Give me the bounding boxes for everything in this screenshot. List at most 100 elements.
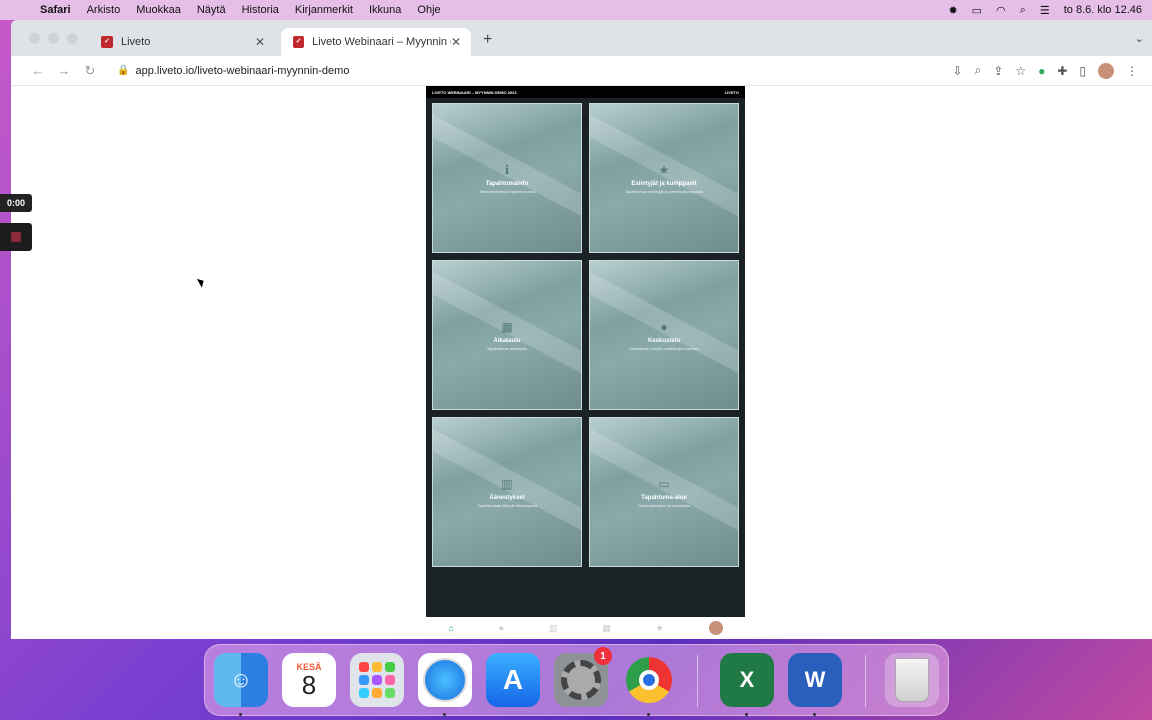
tile-tapahtuma-alue[interactable]: ▭ Tapahtuma-alue Saapumisohjeet ja aluek… bbox=[589, 417, 739, 567]
tile-subtitle: Tapahtuman esiintyjät ja yhteistyökumppa… bbox=[624, 188, 704, 194]
tile-title: Keskustelu bbox=[647, 337, 680, 344]
running-indicator bbox=[443, 713, 446, 716]
forward-icon[interactable]: → bbox=[51, 63, 77, 78]
page-content: LIVETO WEBINAARI – MYYNNIN DEMO 2023 LIV… bbox=[11, 86, 1152, 639]
tile-subtitle: Tapahtumaan liittyvät äänestykset bbox=[476, 502, 538, 508]
calendar-app-icon[interactable]: KESÄ 8 bbox=[282, 653, 336, 707]
menu-ohje[interactable]: Ohje bbox=[417, 4, 440, 16]
tile-subtitle: Keskustele muiden osallistujien kanssa bbox=[629, 345, 699, 351]
menu-bar: Safari Arkisto Muokkaa Näytä Historia Ki… bbox=[0, 0, 1152, 20]
brightness-icon[interactable]: ✹ bbox=[948, 4, 957, 17]
home-icon[interactable]: ⌂ bbox=[448, 623, 453, 633]
search-icon[interactable]: ⌕ bbox=[1020, 4, 1026, 17]
recording-timer: 0:00 bbox=[0, 194, 32, 212]
close-tab-icon[interactable]: ✕ bbox=[255, 35, 265, 49]
bookmark-star-icon[interactable]: ☆ bbox=[1015, 64, 1026, 78]
tile-aikataulu[interactable]: ▦ Aikataulu Tapahtuman aikataulut bbox=[432, 260, 582, 410]
menu-clock[interactable]: to 8.6. klo 12.46 bbox=[1064, 4, 1142, 16]
control-center-icon[interactable]: ☰ bbox=[1040, 4, 1050, 17]
tab-title: Liveto Webinaari – Myynnin de bbox=[312, 36, 451, 48]
tile-subtitle: Saapumisohjeet ja aluekartta bbox=[638, 502, 690, 508]
chrome-icon[interactable] bbox=[622, 653, 676, 707]
notification-badge: 1 bbox=[594, 647, 612, 665]
tile-subtitle: Tarkemmat tiedot tapahtumasta bbox=[478, 188, 536, 194]
calendar-icon: ▦ bbox=[501, 319, 513, 334]
more-menu-icon[interactable]: ⋮ bbox=[1126, 64, 1138, 78]
trash-icon[interactable] bbox=[885, 653, 939, 707]
poll-icon: ▥ bbox=[501, 476, 513, 491]
star-icon: ★ bbox=[658, 162, 670, 177]
new-tab-icon[interactable]: + bbox=[483, 31, 492, 49]
star-nav-icon[interactable]: ★ bbox=[656, 623, 664, 634]
tile-aanestykset[interactable]: ▥ Äänestykset Tapahtumaan liittyvät ääne… bbox=[432, 417, 582, 567]
tab-title: Liveto bbox=[121, 36, 151, 48]
wifi-icon[interactable]: ◠ bbox=[996, 4, 1006, 17]
lock-icon[interactable]: 🔒 bbox=[117, 65, 129, 76]
tab-liveto[interactable]: ✓ Liveto ✕ bbox=[89, 28, 275, 56]
tile-grid: ℹ Tapahtumainfo Tarkemmat tiedot tapahtu… bbox=[432, 103, 740, 567]
finder-icon[interactable]: ☺ bbox=[214, 653, 268, 707]
dock: ☺ KESÄ 8 A 1 X W bbox=[204, 644, 949, 716]
extensions-puzzle-icon[interactable]: ✚ bbox=[1057, 64, 1067, 78]
tile-subtitle: Tapahtuman aikataulut bbox=[486, 345, 528, 351]
excel-letter: X bbox=[739, 667, 755, 692]
poll-nav-icon[interactable]: ▥ bbox=[549, 623, 558, 634]
app-header: LIVETO WEBINAARI – MYYNNIN DEMO 2023 LIV… bbox=[426, 86, 745, 98]
word-icon[interactable]: W bbox=[788, 653, 842, 707]
menu-arkisto[interactable]: Arkisto bbox=[87, 4, 121, 16]
minimize-window-icon[interactable] bbox=[48, 33, 59, 44]
extension-green-icon[interactable]: ● bbox=[1038, 64, 1045, 78]
share-icon[interactable]: ⇪ bbox=[993, 64, 1003, 78]
tab-liveto-webinaari[interactable]: ✓ Liveto Webinaari – Myynnin de ✕ bbox=[281, 28, 471, 56]
profile-avatar[interactable] bbox=[1098, 62, 1114, 79]
app-logo: LIVETO bbox=[724, 89, 739, 95]
tile-keskustelu[interactable]: ● Keskustelu Keskustele muiden osallistu… bbox=[589, 260, 739, 410]
launchpad-icon[interactable] bbox=[350, 653, 404, 707]
app-store-icon[interactable]: A bbox=[486, 653, 540, 707]
close-window-icon[interactable] bbox=[29, 33, 40, 44]
menu-muokkaa[interactable]: Muokkaa bbox=[136, 4, 181, 16]
tile-title: Aikataulu bbox=[493, 337, 521, 344]
sidebar-icon[interactable]: ▯ bbox=[1079, 64, 1086, 78]
browser-window: ✓ Liveto ✕ ✓ Liveto Webinaari – Myynnin … bbox=[11, 20, 1152, 639]
word-letter: W bbox=[804, 667, 826, 692]
address-bar[interactable]: app.liveto.io/liveto-webinaari-myynnin-d… bbox=[135, 65, 349, 77]
tab-list-chevron-icon[interactable]: ⌄ bbox=[1135, 32, 1144, 45]
running-indicator bbox=[813, 713, 816, 716]
tile-tapahtumainfo[interactable]: ℹ Tapahtumainfo Tarkemmat tiedot tapahtu… bbox=[432, 103, 582, 253]
liveto-favicon-icon: ✓ bbox=[101, 36, 113, 48]
reload-icon[interactable]: ↻ bbox=[77, 63, 103, 79]
close-tab-icon[interactable]: ✕ bbox=[451, 35, 461, 49]
tile-esiintyjat[interactable]: ★ Esiintyjät ja kumppanit Tapahtuman esi… bbox=[589, 103, 739, 253]
menu-kirjanmerkit[interactable]: Kirjanmerkit bbox=[295, 4, 353, 16]
running-indicator bbox=[647, 713, 650, 716]
chat-icon: ● bbox=[660, 319, 668, 334]
zoom-window-icon[interactable] bbox=[67, 33, 78, 44]
zoom-icon[interactable]: ⌕ bbox=[975, 63, 982, 78]
back-icon[interactable]: ← bbox=[25, 63, 51, 78]
menu-historia[interactable]: Historia bbox=[242, 4, 279, 16]
tile-title: Esiintyjät ja kumppanit bbox=[631, 180, 697, 187]
excel-icon[interactable]: X bbox=[720, 653, 774, 707]
map-icon: ▭ bbox=[658, 476, 670, 491]
safari-icon[interactable] bbox=[418, 653, 472, 707]
install-icon[interactable]: ⇩ bbox=[952, 64, 962, 78]
window-controls bbox=[29, 33, 78, 44]
running-indicator bbox=[239, 713, 242, 716]
system-settings-icon[interactable]: 1 bbox=[554, 647, 612, 707]
calendar-nav-icon[interactable]: ▦ bbox=[602, 623, 611, 634]
address-toolbar: ← → ↻ 🔒 app.liveto.io/liveto-webinaari-m… bbox=[11, 56, 1152, 86]
dock-separator bbox=[697, 655, 698, 707]
liveto-favicon-icon: ✓ bbox=[293, 36, 305, 48]
battery-icon[interactable]: ▭ bbox=[972, 4, 982, 17]
calendar-day: 8 bbox=[301, 670, 317, 700]
chat-nav-icon[interactable]: ● bbox=[499, 623, 504, 633]
menu-nayta[interactable]: Näytä bbox=[197, 4, 226, 16]
menu-ikkuna[interactable]: Ikkuna bbox=[369, 4, 401, 16]
info-icon: ℹ bbox=[504, 162, 510, 177]
tab-bar: ✓ Liveto ✕ ✓ Liveto Webinaari – Myynnin … bbox=[11, 20, 1152, 56]
stop-recording-button[interactable] bbox=[0, 223, 32, 251]
user-avatar[interactable] bbox=[708, 621, 723, 635]
tile-title: Äänestykset bbox=[489, 494, 525, 501]
menu-app-name[interactable]: Safari bbox=[40, 4, 71, 16]
